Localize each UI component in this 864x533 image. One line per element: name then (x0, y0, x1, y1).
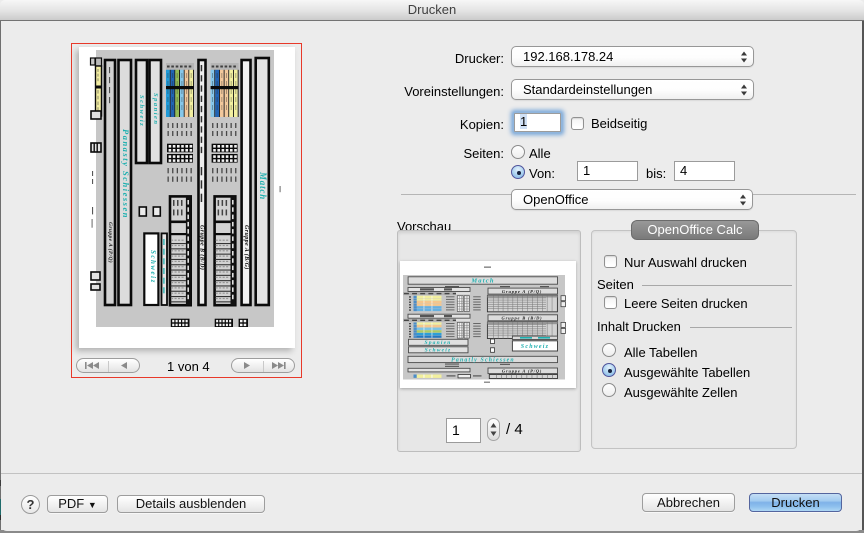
svg-text:Gruppe A (P/Q): Gruppe A (P/Q) (107, 222, 114, 263)
svg-text:Gruppe B (B/D): Gruppe B (B/D) (502, 316, 543, 321)
svg-text:Gruppe B (B/D): Gruppe B (B/D) (199, 225, 206, 270)
svg-text:Match: Match (470, 278, 494, 285)
svg-text:Spanien: Spanien (424, 340, 451, 346)
svg-text:Spanien: Spanien (152, 93, 159, 126)
svg-text:Schweiz: Schweiz (149, 250, 157, 284)
svg-text:Schweiz: Schweiz (425, 348, 452, 354)
svg-text:Panatly Schiessen: Panatly Schiessen (451, 358, 515, 364)
svg-text:Gruppe A (B/G): Gruppe A (B/G) (243, 225, 250, 270)
svg-text:Gruppe A (P/Q): Gruppe A (P/Q) (502, 369, 542, 374)
svg-text:Schweiz: Schweiz (521, 344, 549, 350)
svg-text:Schweiz: Schweiz (138, 95, 145, 127)
svg-text:Panasty Schiessen: Panasty Schiessen (121, 129, 131, 219)
svg-text:Match: Match (258, 171, 268, 200)
svg-text:Gruppe A (P/Q): Gruppe A (P/Q) (502, 289, 542, 294)
